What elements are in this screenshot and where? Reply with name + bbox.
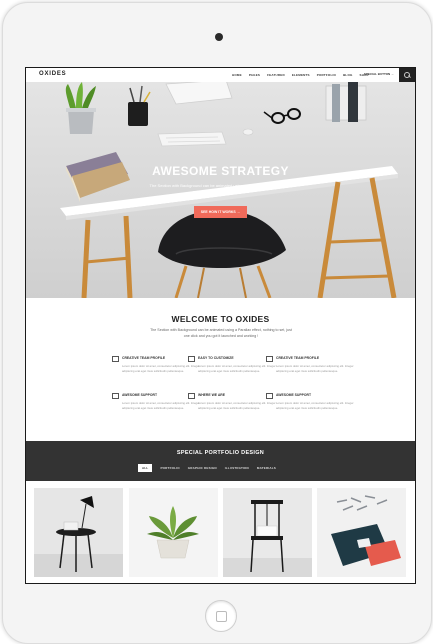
trestle-right [317, 177, 397, 298]
feature-title: EASY TO CUSTOMIZE [198, 356, 234, 360]
filter-portfolio[interactable]: PORTFOLIO [160, 466, 179, 470]
filter-illustration[interactable]: ILLUSTRATION [225, 466, 249, 470]
special-button[interactable]: SPECIAL BUTTON → [364, 72, 394, 76]
plant-pot-icon [65, 82, 96, 134]
main-menu: HOME PAGES FEATURED ELEMENTS PORTFOLIO B… [232, 68, 376, 82]
feature-text: Lorem ipsum dolor sit amet, consectetur … [198, 364, 276, 373]
filter-materials[interactable]: MATERIALS [257, 466, 276, 470]
lamp-table-image [34, 488, 123, 577]
portfolio-title: SPECIAL PORTFOLIO DESIGN [176, 450, 265, 456]
welcome-title: WELCOME TO OXIDES [171, 314, 270, 324]
website-screen: OXIDES HOME PAGES FEATURED ELEMENTS PORT… [25, 67, 416, 584]
menu-item-featured[interactable]: FEATURED [267, 73, 285, 77]
home-button[interactable] [205, 600, 237, 632]
feature-text: Lorem ipsum dolor sit amet, consectetur … [276, 401, 354, 410]
site-logo[interactable]: OXIDES [39, 71, 66, 77]
laptop-icon [165, 82, 233, 105]
navigation-bar: OXIDES HOME PAGES FEATURED ELEMENTS PORT… [26, 68, 415, 83]
feature-title: WHERE WE ARE [198, 393, 225, 397]
menu-item-pages[interactable]: PAGES [249, 73, 260, 77]
monitor-icon [188, 356, 195, 362]
home-icon [216, 611, 227, 622]
glasses-icon [263, 108, 301, 124]
portfolio-header: SPECIAL PORTFOLIO DESIGN ALL PORTFOLIO G… [26, 441, 415, 481]
document-icon [266, 393, 273, 399]
portfolio-item-chair[interactable] [223, 488, 312, 577]
succulent-image [129, 488, 218, 577]
portfolio-filters: ALL PORTFOLIO GRAPHIC DESIGN ILLUSTRATIO… [138, 464, 284, 472]
trestle-left [81, 215, 133, 298]
tablet-frame: OXIDES HOME PAGES FEATURED ELEMENTS PORT… [2, 2, 432, 644]
stationery-image [317, 488, 406, 577]
feature-text: Lorem ipsum dolor sit amet, consectetur … [198, 401, 276, 410]
portfolio-item-succulent[interactable] [129, 488, 218, 577]
filter-all[interactable]: ALL [138, 464, 153, 472]
document-icon [112, 393, 119, 399]
hero-description: The Section with Background can be anima… [149, 183, 293, 194]
pencil-cup-icon [128, 85, 151, 126]
camera-icon [215, 33, 223, 41]
menu-item-home[interactable]: HOME [232, 73, 242, 77]
feature-title: CREATIVE TEAM PROFILE [276, 356, 320, 360]
welcome-description: The Section with Background can be anima… [150, 328, 292, 338]
menu-item-elements[interactable]: ELEMENTS [292, 73, 310, 77]
monitor-icon [266, 356, 273, 362]
portfolio-item-stationery[interactable] [317, 488, 406, 577]
keyboard-icon [157, 131, 227, 147]
monitor-icon [112, 356, 119, 362]
see-how-it-works-button[interactable]: SEE HOW IT WORKS → [194, 206, 247, 218]
feature-title: AWESOME SUPPORT [276, 393, 312, 397]
chair-icon [158, 209, 286, 298]
chair-image [223, 488, 312, 577]
feature-text: Lorem ipsum dolor sit amet, consectetur … [276, 364, 354, 373]
menu-item-blog[interactable]: BLOG [343, 73, 352, 77]
feature-title: AWESOME SUPPORT [122, 393, 158, 397]
search-button[interactable] [399, 68, 415, 82]
feature-title: CREATIVE TEAM PROFILE [122, 356, 166, 360]
hero-title: AWESOME STRATEGY [152, 164, 289, 178]
portfolio-item-lamp-table[interactable] [34, 488, 123, 577]
hero-section: AWESOME STRATEGY The Section with Backgr… [26, 82, 415, 298]
mouse-icon [242, 128, 254, 136]
menu-item-portfolio[interactable]: PORTFOLIO [317, 73, 336, 77]
filter-graphic-design[interactable]: GRAPHIC DESIGN [188, 466, 217, 470]
book-stack-icon [325, 82, 367, 122]
document-icon [188, 393, 195, 399]
